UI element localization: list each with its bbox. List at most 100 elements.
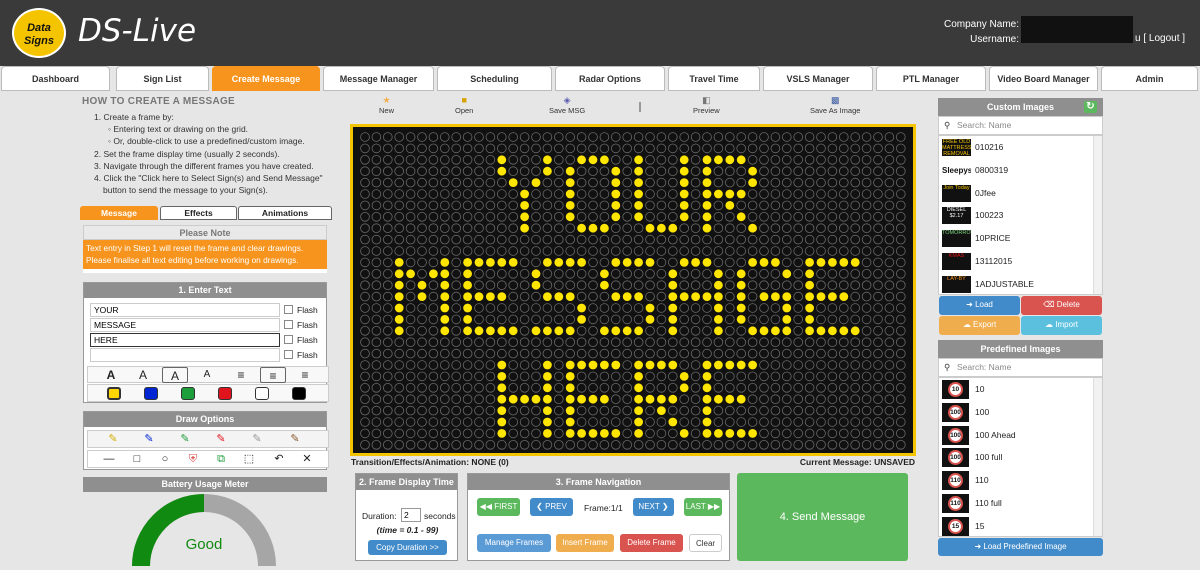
led-pixel-on[interactable]	[508, 394, 518, 404]
led-pixel[interactable]	[850, 223, 861, 233]
predefined-images-scrollbar[interactable]	[1093, 378, 1102, 536]
led-pixel[interactable]	[873, 428, 883, 439]
led-pixel[interactable]	[838, 360, 849, 370]
led-pixel[interactable]	[861, 223, 872, 233]
led-pixel[interactable]	[622, 246, 633, 256]
led-pixel[interactable]	[451, 223, 461, 233]
led-pixel[interactable]	[667, 405, 678, 416]
led-pixel[interactable]	[770, 269, 781, 279]
led-pixel[interactable]	[759, 223, 769, 233]
led-pixel[interactable]	[645, 189, 655, 199]
led-pixel[interactable]	[816, 371, 826, 382]
led-pixel[interactable]	[576, 382, 587, 393]
green-pen-icon[interactable]: ✎	[174, 431, 196, 448]
led-pixel[interactable]	[690, 314, 701, 325]
led-pixel[interactable]	[759, 189, 769, 199]
led-pixel-on[interactable]	[702, 189, 712, 199]
led-pixel[interactable]	[554, 177, 564, 188]
led-pixel[interactable]	[508, 200, 519, 211]
led-pixel[interactable]	[610, 280, 621, 291]
led-pixel[interactable]	[667, 371, 678, 382]
led-pixel-on[interactable]	[805, 303, 814, 313]
led-pixel[interactable]	[838, 234, 849, 245]
led-pixel[interactable]	[873, 200, 883, 211]
led-pixel[interactable]	[884, 348, 895, 359]
led-pixel[interactable]	[462, 200, 473, 211]
led-pixel[interactable]	[645, 143, 655, 154]
led-pixel[interactable]	[827, 234, 838, 245]
led-pixel[interactable]	[770, 246, 781, 256]
led-pixel-on[interactable]	[668, 326, 678, 336]
rectangle-tool-icon[interactable]: □	[126, 451, 148, 468]
led-pixel-on[interactable]	[611, 201, 621, 210]
led-pixel[interactable]	[497, 189, 507, 199]
led-pixel[interactable]	[440, 246, 450, 256]
led-pixel-on[interactable]	[702, 155, 712, 165]
led-pixel[interactable]	[554, 417, 564, 427]
led-pixel[interactable]	[873, 257, 883, 268]
led-pixel[interactable]	[405, 314, 416, 325]
led-pixel[interactable]	[474, 154, 484, 165]
led-pixel[interactable]	[895, 143, 906, 154]
led-pixel[interactable]	[895, 371, 906, 382]
led-pixel[interactable]	[588, 212, 598, 222]
led-pixel[interactable]	[804, 143, 815, 154]
font-regular-button[interactable]: A	[130, 367, 156, 383]
led-pixel-on[interactable]	[736, 429, 746, 438]
led-pixel[interactable]	[884, 337, 895, 348]
led-pixel[interactable]	[861, 269, 872, 279]
led-pixel[interactable]	[827, 382, 838, 393]
led-pixel-on[interactable]	[736, 303, 746, 313]
text-line-3-input[interactable]	[90, 333, 280, 347]
led-pixel[interactable]	[895, 257, 906, 268]
led-pixel[interactable]	[382, 132, 393, 142]
led-pixel[interactable]	[861, 132, 872, 142]
tab-animations[interactable]: Animations	[238, 206, 332, 220]
led-pixel[interactable]	[428, 394, 439, 405]
led-pixel[interactable]	[610, 405, 621, 416]
led-pixel[interactable]	[713, 405, 724, 416]
led-pixel-on[interactable]	[440, 292, 450, 301]
led-pixel-on[interactable]	[679, 212, 689, 222]
led-pixel[interactable]	[497, 177, 507, 188]
led-pixel[interactable]	[382, 360, 393, 370]
clear-frame-button[interactable]: Clear	[689, 534, 722, 552]
led-pixel[interactable]	[770, 428, 781, 439]
led-pixel[interactable]	[485, 382, 496, 393]
led-pixel[interactable]	[713, 371, 724, 382]
led-pixel[interactable]	[588, 439, 598, 450]
led-pixel[interactable]	[622, 337, 633, 348]
led-pixel[interactable]	[884, 189, 895, 199]
led-pixel[interactable]	[816, 189, 826, 199]
led-pixel[interactable]	[884, 291, 895, 302]
tab-dashboard[interactable]: Dashboard	[1, 66, 110, 91]
led-pixel[interactable]	[576, 280, 587, 291]
led-pixel[interactable]	[519, 428, 530, 439]
led-pixel[interactable]	[759, 348, 769, 359]
led-pixel[interactable]	[895, 428, 906, 439]
led-pixel[interactable]	[850, 337, 861, 348]
led-pixel[interactable]	[656, 257, 667, 268]
led-pixel[interactable]	[781, 212, 792, 222]
led-pixel[interactable]	[656, 303, 667, 313]
led-pixel[interactable]	[497, 200, 507, 211]
led-pixel[interactable]	[873, 280, 883, 291]
led-pixel[interactable]	[747, 269, 758, 279]
led-pixel[interactable]	[451, 337, 461, 348]
led-pixel[interactable]	[394, 348, 404, 359]
list-item[interactable]: 110 110 full	[939, 492, 1102, 515]
list-item[interactable]: TOMORROW10PRICE	[939, 227, 1102, 250]
led-pixel[interactable]	[405, 132, 416, 142]
led-pixel[interactable]	[759, 405, 769, 416]
led-pixel[interactable]	[793, 177, 804, 188]
led-pixel-on[interactable]	[497, 406, 507, 415]
led-pixel[interactable]	[850, 143, 861, 154]
led-pixel[interactable]	[382, 189, 393, 199]
led-pixel-on[interactable]	[725, 394, 735, 404]
led-pixel[interactable]	[588, 314, 598, 325]
led-pixel[interactable]	[827, 405, 838, 416]
led-pixel[interactable]	[736, 337, 747, 348]
led-pixel[interactable]	[747, 154, 758, 165]
led-pixel[interactable]	[781, 428, 792, 439]
led-pixel[interactable]	[554, 394, 564, 405]
